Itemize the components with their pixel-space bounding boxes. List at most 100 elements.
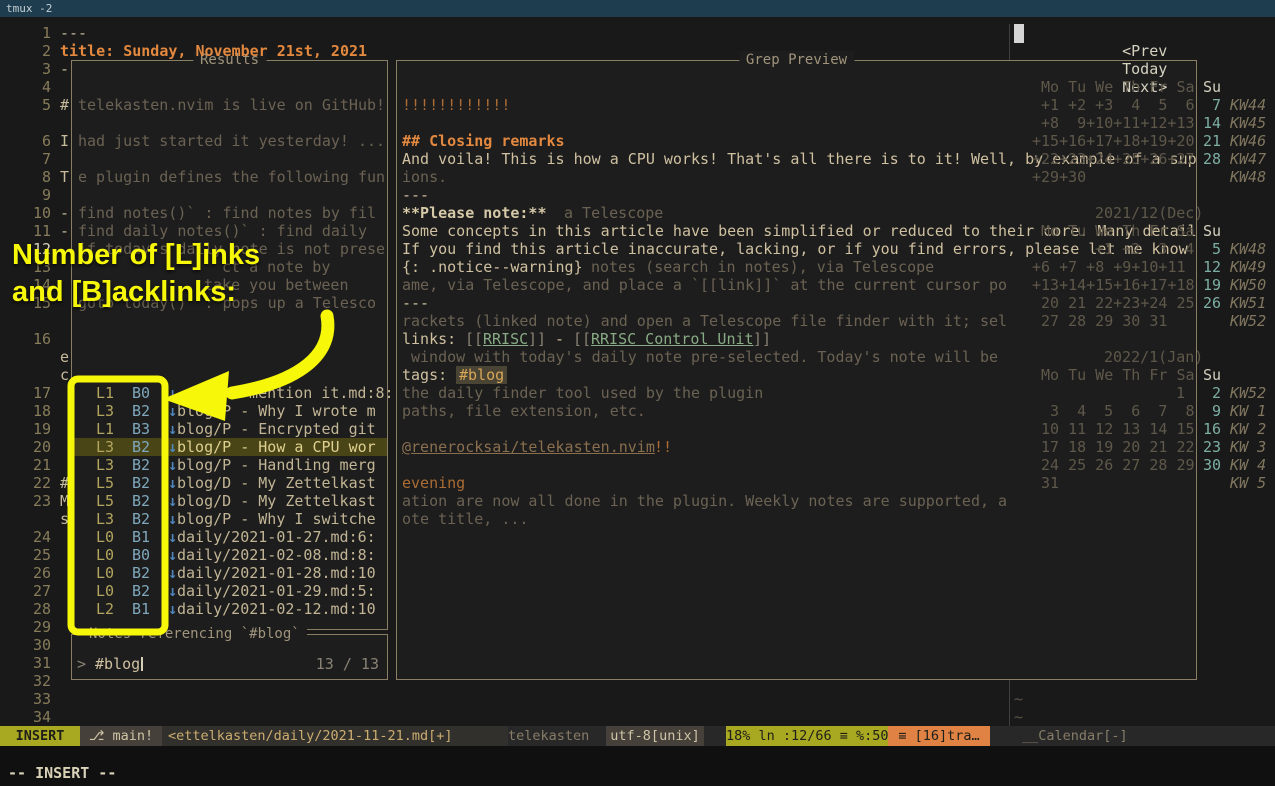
grep-preview-text: {: .notice--warning} <box>402 258 583 276</box>
line-number: 19 <box>24 420 51 438</box>
calendar-week-days: 27 28 29 30 31 <box>1041 312 1167 330</box>
grep-preview-text: !!!!!!!!!!!! <box>402 96 510 114</box>
grep-preview-text: [[ <box>465 330 483 348</box>
grep-preview-text: ote title, ... <box>402 510 528 528</box>
grep-preview-text: RRISC <box>483 330 528 348</box>
result-row[interactable]: daily/2021-02-08.md:8: <box>177 546 376 564</box>
line-number: 6 <box>24 132 51 150</box>
calendar-week-number: KW52 <box>1230 312 1266 330</box>
calendar-day[interactable]: 5 <box>1212 240 1221 258</box>
line-number: 24 <box>24 528 51 546</box>
calendar-week-number: KW51 <box>1230 294 1266 312</box>
result-links-count: L0 <box>96 546 114 564</box>
calendar-week-days: 10 11 12 13 14 15 <box>1041 420 1195 438</box>
calendar-week-days: Mo Tu We Th Fr Sa <box>1041 222 1195 240</box>
calendar-day[interactable]: 12 <box>1203 258 1221 276</box>
result-row[interactable]: blog/P - Encrypted git <box>177 420 376 438</box>
result-row[interactable]: blog/P - Handling merg <box>177 456 376 474</box>
result-backlinks-count: B2 <box>132 582 150 600</box>
grep-preview-float-title: Grep Preview <box>739 51 854 69</box>
calendar-day[interactable]: 16 <box>1203 420 1221 438</box>
git-branch-indicator: ⎇ main! <box>80 726 162 746</box>
calendar-week-days: 31 <box>1041 474 1059 492</box>
grep-preview-text: **Please note:** <box>402 204 547 222</box>
result-links-count: L0 <box>96 528 114 546</box>
calendar-day[interactable]: 7 <box>1212 96 1221 114</box>
result-backlinks-count: B2 <box>132 492 150 510</box>
grep-preview-text: the daily finder tool used by the plugin <box>402 384 763 402</box>
grep-preview-text: links: <box>402 330 465 348</box>
down-arrow-icon: ↓ <box>168 438 177 456</box>
result-links-count: L2 <box>96 600 114 618</box>
calendar-day[interactable]: 30 <box>1203 456 1221 474</box>
calendar-week-number: KW50 <box>1230 276 1266 294</box>
result-row[interactable]: blog/P - Why I wrote m <box>177 402 376 420</box>
calendar-week-number: KW45 <box>1230 114 1266 132</box>
result-row[interactable]: blog/D - My Zettelkast <box>177 474 376 492</box>
grep-preview-text: evening <box>402 474 465 492</box>
editor-text-fragment: # <box>60 474 69 492</box>
line-number: 25 <box>24 546 51 564</box>
grep-preview-text: ation are now all done in the plugin. We… <box>402 492 1007 510</box>
grep-preview-text: - <box>555 330 573 348</box>
line-number: 29 <box>24 618 51 636</box>
grep-preview-text: [[ <box>573 330 591 348</box>
grep-preview-text: RRISC Control Unit <box>591 330 754 348</box>
calendar-week-number: KW 2 <box>1230 420 1266 438</box>
calendar-day-header: Su <box>1203 366 1221 384</box>
result-row[interactable]: blog/P - How a CPU wor <box>177 438 376 456</box>
result-row[interactable]: blog/D - My Zettelkast <box>177 492 376 510</box>
encoding-indicator: utf-8[unix] <box>606 726 704 746</box>
result-backlinks-count: B2 <box>132 438 150 456</box>
calendar-prev-button[interactable]: <Prev <box>1122 42 1167 60</box>
result-row[interactable]: daily/2021-01-28.md:10 <box>177 564 376 582</box>
line-number: 7 <box>24 150 51 168</box>
calendar-week-number: KW46 <box>1230 132 1266 150</box>
line-number: 33 <box>24 690 51 708</box>
line-number: 4 <box>24 78 51 96</box>
vim-mode-message: -- INSERT -- <box>8 764 116 782</box>
calendar-month-title: 2021/12(Dec) <box>1095 204 1203 222</box>
calendar-day[interactable]: 2 <box>1212 384 1221 402</box>
calendar-day-header: Su <box>1203 222 1221 240</box>
calendar-week-number: KW47 <box>1230 150 1266 168</box>
editor-text-fragment: ~ <box>1014 690 1023 708</box>
line-number: 11 <box>24 222 51 240</box>
result-links-count: L5 <box>96 474 114 492</box>
calendar-week-days: Mo Tu We Th Fr Sa <box>1041 78 1195 96</box>
editor-text-fragment: # <box>60 96 69 114</box>
calendar-day[interactable]: 28 <box>1203 150 1221 168</box>
plugin-indicator: telekasten <box>508 726 608 746</box>
calendar-week-days: +1 +2 +3 4 5 6 <box>1041 96 1195 114</box>
calendar-day[interactable]: 21 <box>1203 132 1221 150</box>
calendar-day[interactable]: 26 <box>1203 294 1221 312</box>
grep-preview-text: paths, file extension, etc. <box>402 402 646 420</box>
result-row[interactable]: daily/2021-01-27.md:6: <box>177 528 376 546</box>
calendar-day[interactable]: 23 <box>1203 438 1221 456</box>
calendar-today-button[interactable]: Today <box>1122 60 1167 78</box>
result-row[interactable]: daily/2021-02-12.md:10 <box>177 600 376 618</box>
calendar-week-days: 3 4 5 6 7 8 <box>1050 402 1195 420</box>
filename-indicator: <ettelkasten/daily/2021-11-21.md[+] <box>162 726 508 746</box>
prompt-sign: > <box>77 655 86 673</box>
line-number: 18 <box>24 402 51 420</box>
editor-text-fragment: title: Sunday, November 21st, 2021 <box>60 42 367 60</box>
editor-text-fragment: - <box>60 204 69 222</box>
titlebar-text: tmux -2 <box>6 2 52 15</box>
result-row[interactable]: daily/2021-01-29.md:5: <box>177 582 376 600</box>
calendar-day[interactable]: 19 <box>1203 276 1221 294</box>
result-row[interactable]: i mention it.md:8: <box>231 384 394 402</box>
calendar-week-days: +15+16+17+18+19+20 <box>1032 132 1195 150</box>
calendar-month-title: 2022/1(Jan) <box>1104 348 1203 366</box>
result-backlinks-count: B1 <box>132 528 150 546</box>
calendar-day[interactable]: 9 <box>1212 402 1221 420</box>
down-arrow-icon: ↓ <box>168 600 177 618</box>
terminal-screen: tmux -2 <Prev Today Next> Results Notes … <box>0 0 1275 786</box>
search-input[interactable]: #blog <box>95 655 140 673</box>
editor-text-fragment: M <box>60 492 69 510</box>
calendar-day[interactable]: 14 <box>1203 114 1221 132</box>
result-row[interactable]: blog/P - Why I switche <box>177 510 376 528</box>
line-number: 28 <box>24 600 51 618</box>
editor-text-fragment: find daily notes()` : find daily <box>78 222 367 240</box>
calendar-week-number: KW 4 <box>1230 456 1266 474</box>
